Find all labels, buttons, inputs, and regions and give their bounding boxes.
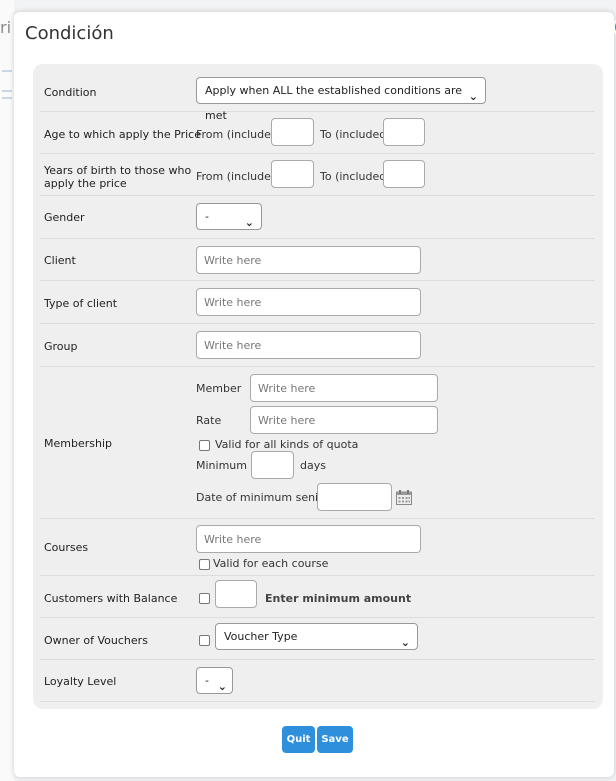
courses-label: Courses xyxy=(44,541,89,554)
age-from-input[interactable] xyxy=(271,118,314,146)
days-label: days xyxy=(300,459,326,472)
minimum-amount-hint: Enter minimum amount xyxy=(265,592,412,605)
gender-label: Gender xyxy=(44,211,85,224)
loyalty-select-value: - xyxy=(205,674,209,687)
birth-year-row: Years of birth to those who apply the pr… xyxy=(40,154,595,196)
client-input[interactable] xyxy=(196,246,421,274)
valid-all-quota-label: Valid for all kinds of quota xyxy=(215,438,359,451)
gender-select-value: - xyxy=(205,210,209,223)
voucher-type-select[interactable]: Voucher Type ⌄ xyxy=(215,623,418,650)
vouchers-row: Owner of Vouchers Voucher Type ⌄ xyxy=(40,618,595,660)
loyalty-label: Loyalty Level xyxy=(44,675,117,688)
minimum-amount-input[interactable] xyxy=(215,580,257,608)
age-to-input[interactable] xyxy=(383,118,425,146)
vouchers-checkbox[interactable] xyxy=(199,635,210,646)
valid-each-course-checkbox[interactable] xyxy=(199,559,210,570)
background-line xyxy=(2,97,12,99)
minimum-days-input[interactable] xyxy=(251,451,294,479)
balance-label: Customers with Balance xyxy=(44,592,178,605)
gender-select[interactable]: - ⌄ xyxy=(196,203,262,230)
dialog-title: Condición xyxy=(25,23,114,44)
member-input[interactable] xyxy=(250,374,438,402)
courses-row: Courses Valid for each course xyxy=(40,519,595,576)
valid-each-course-label: Valid for each course xyxy=(213,557,329,570)
background-page xyxy=(0,0,14,781)
client-label: Client xyxy=(44,254,76,267)
condition-row: Condition Apply when ALL the established… xyxy=(40,70,595,122)
seniority-date-input[interactable] xyxy=(317,483,392,511)
condition-label: Condition xyxy=(44,86,97,99)
birth-from-input[interactable] xyxy=(271,160,314,188)
chevron-down-icon: ⌄ xyxy=(217,680,227,693)
condition-dialog: Condición ✕ Condition Apply when ALL the… xyxy=(14,12,616,777)
loyalty-row: Loyalty Level - ⌄ xyxy=(40,660,595,702)
membership-label: Membership xyxy=(44,437,112,450)
group-row: Group xyxy=(40,324,595,367)
group-input[interactable] xyxy=(196,331,421,359)
membership-row: Membership Member Rate Valid for all kin… xyxy=(40,367,595,519)
member-label: Member xyxy=(196,382,242,395)
courses-input[interactable] xyxy=(196,525,421,553)
gender-row: Gender - ⌄ xyxy=(40,196,595,239)
background-line xyxy=(2,70,12,72)
client-type-input[interactable] xyxy=(196,288,421,316)
calendar-icon[interactable] xyxy=(396,490,412,505)
voucher-type-value: Voucher Type xyxy=(224,630,298,643)
condition-select[interactable]: Apply when ALL the established condition… xyxy=(196,77,486,122)
balance-checkbox[interactable] xyxy=(199,593,210,604)
background-line xyxy=(2,90,12,92)
group-label: Group xyxy=(44,340,78,353)
valid-all-quota-checkbox[interactable] xyxy=(199,440,210,451)
birth-to-input[interactable] xyxy=(383,160,425,188)
loyalty-select[interactable]: - ⌄ xyxy=(196,667,233,694)
vouchers-label: Owner of Vouchers xyxy=(44,634,148,647)
client-type-label: Type of client xyxy=(44,297,118,310)
save-button[interactable]: Save xyxy=(317,726,353,753)
birth-year-label: Years of birth to those who apply the pr… xyxy=(44,164,192,190)
age-label: Age to which apply the Price xyxy=(44,128,202,141)
chevron-down-icon: ⌄ xyxy=(244,216,254,229)
client-type-row: Type of client xyxy=(40,281,595,324)
chevron-down-icon: ⌄ xyxy=(468,90,478,103)
rate-label: Rate xyxy=(196,414,222,427)
age-row: Age to which apply the Price From (inclu… xyxy=(40,112,595,154)
client-row: Client xyxy=(40,239,595,281)
chevron-down-icon: ⌄ xyxy=(400,636,410,649)
quit-button[interactable]: Quit xyxy=(282,726,315,753)
balance-row: Customers with Balance Enter minimum amo… xyxy=(40,576,595,618)
background-title-fragment: ri xyxy=(0,18,12,37)
conditions-panel: Condition Apply when ALL the established… xyxy=(33,64,603,709)
rate-input[interactable] xyxy=(250,406,438,434)
